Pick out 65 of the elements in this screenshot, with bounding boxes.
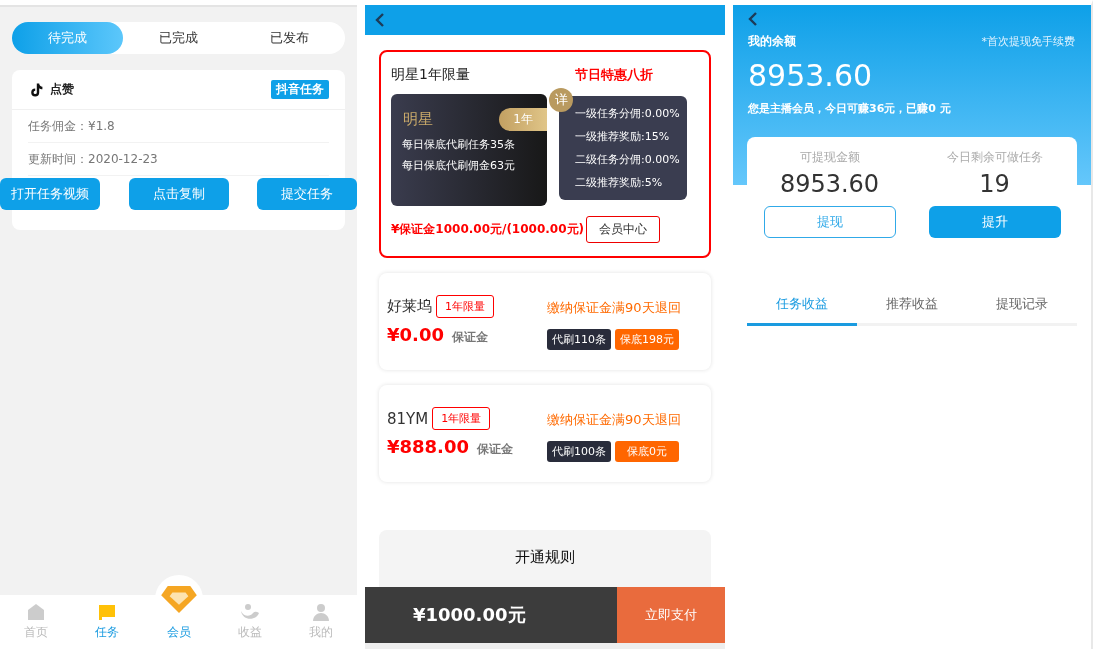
limit-tag: 1年限量 xyxy=(436,295,494,318)
balance-title: 我的余额 xyxy=(748,33,796,50)
diamond-icon xyxy=(159,584,198,614)
balance-action-button[interactable]: 提升 xyxy=(928,206,1061,238)
task-action-button[interactable]: 点击复制 xyxy=(128,178,229,210)
member-center-button[interactable]: 会员中心 xyxy=(586,216,660,243)
task-title: 点赞 xyxy=(50,81,75,98)
earnings-tab[interactable]: 推荐收益 xyxy=(857,295,967,326)
platform-tag: 抖音任务 xyxy=(271,80,329,99)
balance-action-button[interactable]: 提现 xyxy=(763,206,896,238)
detail-text: 一级推荐奖励:15% xyxy=(575,129,671,145)
plan-name: 好莱坞 xyxy=(387,297,432,316)
plan-title: 明星1年限量 xyxy=(391,66,470,84)
stat-label: 可提现金额 xyxy=(799,149,860,166)
stat-value: 8953.60 xyxy=(779,170,880,198)
limit-tag: 1年限量 xyxy=(432,407,491,430)
stat-value: 19 xyxy=(979,170,1010,198)
feature-chip: 保底198元 xyxy=(615,329,679,350)
benefit-text: 每日保底代刷佣金63元 xyxy=(401,158,516,173)
nav-label[interactable]: 我的 xyxy=(309,624,334,641)
earnings-tab[interactable]: 提现记录 xyxy=(967,295,1077,326)
fee-note: *首次提现免手续费 xyxy=(981,34,1075,49)
detail-text: 二级推荐奖励:5% xyxy=(575,175,664,191)
task-action-button[interactable]: 提交任务 xyxy=(257,178,357,210)
price-label: 保证金 xyxy=(451,329,488,346)
flag-icon xyxy=(97,602,118,622)
earnings-tab[interactable]: 任务收益 xyxy=(747,295,857,326)
status-tab[interactable]: 待完成 xyxy=(12,22,123,54)
back-icon[interactable] xyxy=(748,11,758,27)
task-action-button[interactable]: 打开任务视频 xyxy=(0,178,100,210)
detail-badge[interactable]: 详 xyxy=(549,88,573,112)
detail-text: 一级任务分佣:0.00% xyxy=(575,106,681,122)
rules-title: 开通规则 xyxy=(515,548,575,568)
nav-label[interactable]: 会员 xyxy=(166,624,191,641)
promo-text: 节日特惠八折 xyxy=(575,66,653,84)
refund-note: 缴纳保证金满90天退回 xyxy=(547,412,681,427)
price-text: ¥888.00 xyxy=(387,436,469,457)
feature-chip: 代刷100条 xyxy=(547,441,611,462)
nav-label[interactable]: 收益 xyxy=(237,624,262,641)
plan-name: 81YM xyxy=(387,409,429,428)
nav-label[interactable]: 首页 xyxy=(23,624,48,641)
status-tab[interactable]: 已发布 xyxy=(234,22,345,54)
person-icon xyxy=(311,602,332,622)
earnings-summary: 您是主播会员，今日可赚36元，已赚0 元 xyxy=(748,101,952,116)
status-tab[interactable]: 已完成 xyxy=(123,22,234,54)
balance-amount: 8953.60 xyxy=(748,58,874,93)
deposit-text: ¥保证金1000.00元/(1000.00元) xyxy=(391,221,584,238)
price-label: 保证金 xyxy=(477,441,513,458)
refund-note: 缴纳保证金满90天退回 xyxy=(547,300,681,315)
detail-text: 二级任务分佣:0.00% xyxy=(575,152,681,168)
card-name: 明星 xyxy=(403,110,433,129)
feature-chip: 代刷110条 xyxy=(547,329,611,350)
duration-badge: 1年 xyxy=(499,108,547,131)
music-note-icon xyxy=(28,81,44,98)
benefit-text: 每日保底代刷任务35条 xyxy=(401,137,516,152)
pay-button[interactable]: 立即支付 xyxy=(617,587,725,643)
feature-chip: 保底0元 xyxy=(615,441,679,462)
total-amount: ¥1000.00元 xyxy=(412,603,527,627)
back-icon[interactable] xyxy=(375,12,385,28)
nav-label[interactable]: 任务 xyxy=(95,624,120,641)
stat-label: 今日剩余可做任务 xyxy=(946,149,1043,166)
update-time-text: 更新时间：2020-12-23 xyxy=(28,143,329,176)
home-icon xyxy=(25,602,46,622)
price-text: ¥0.00 xyxy=(387,324,444,345)
commission-text: 任务佣金：¥1.8 xyxy=(28,110,329,143)
